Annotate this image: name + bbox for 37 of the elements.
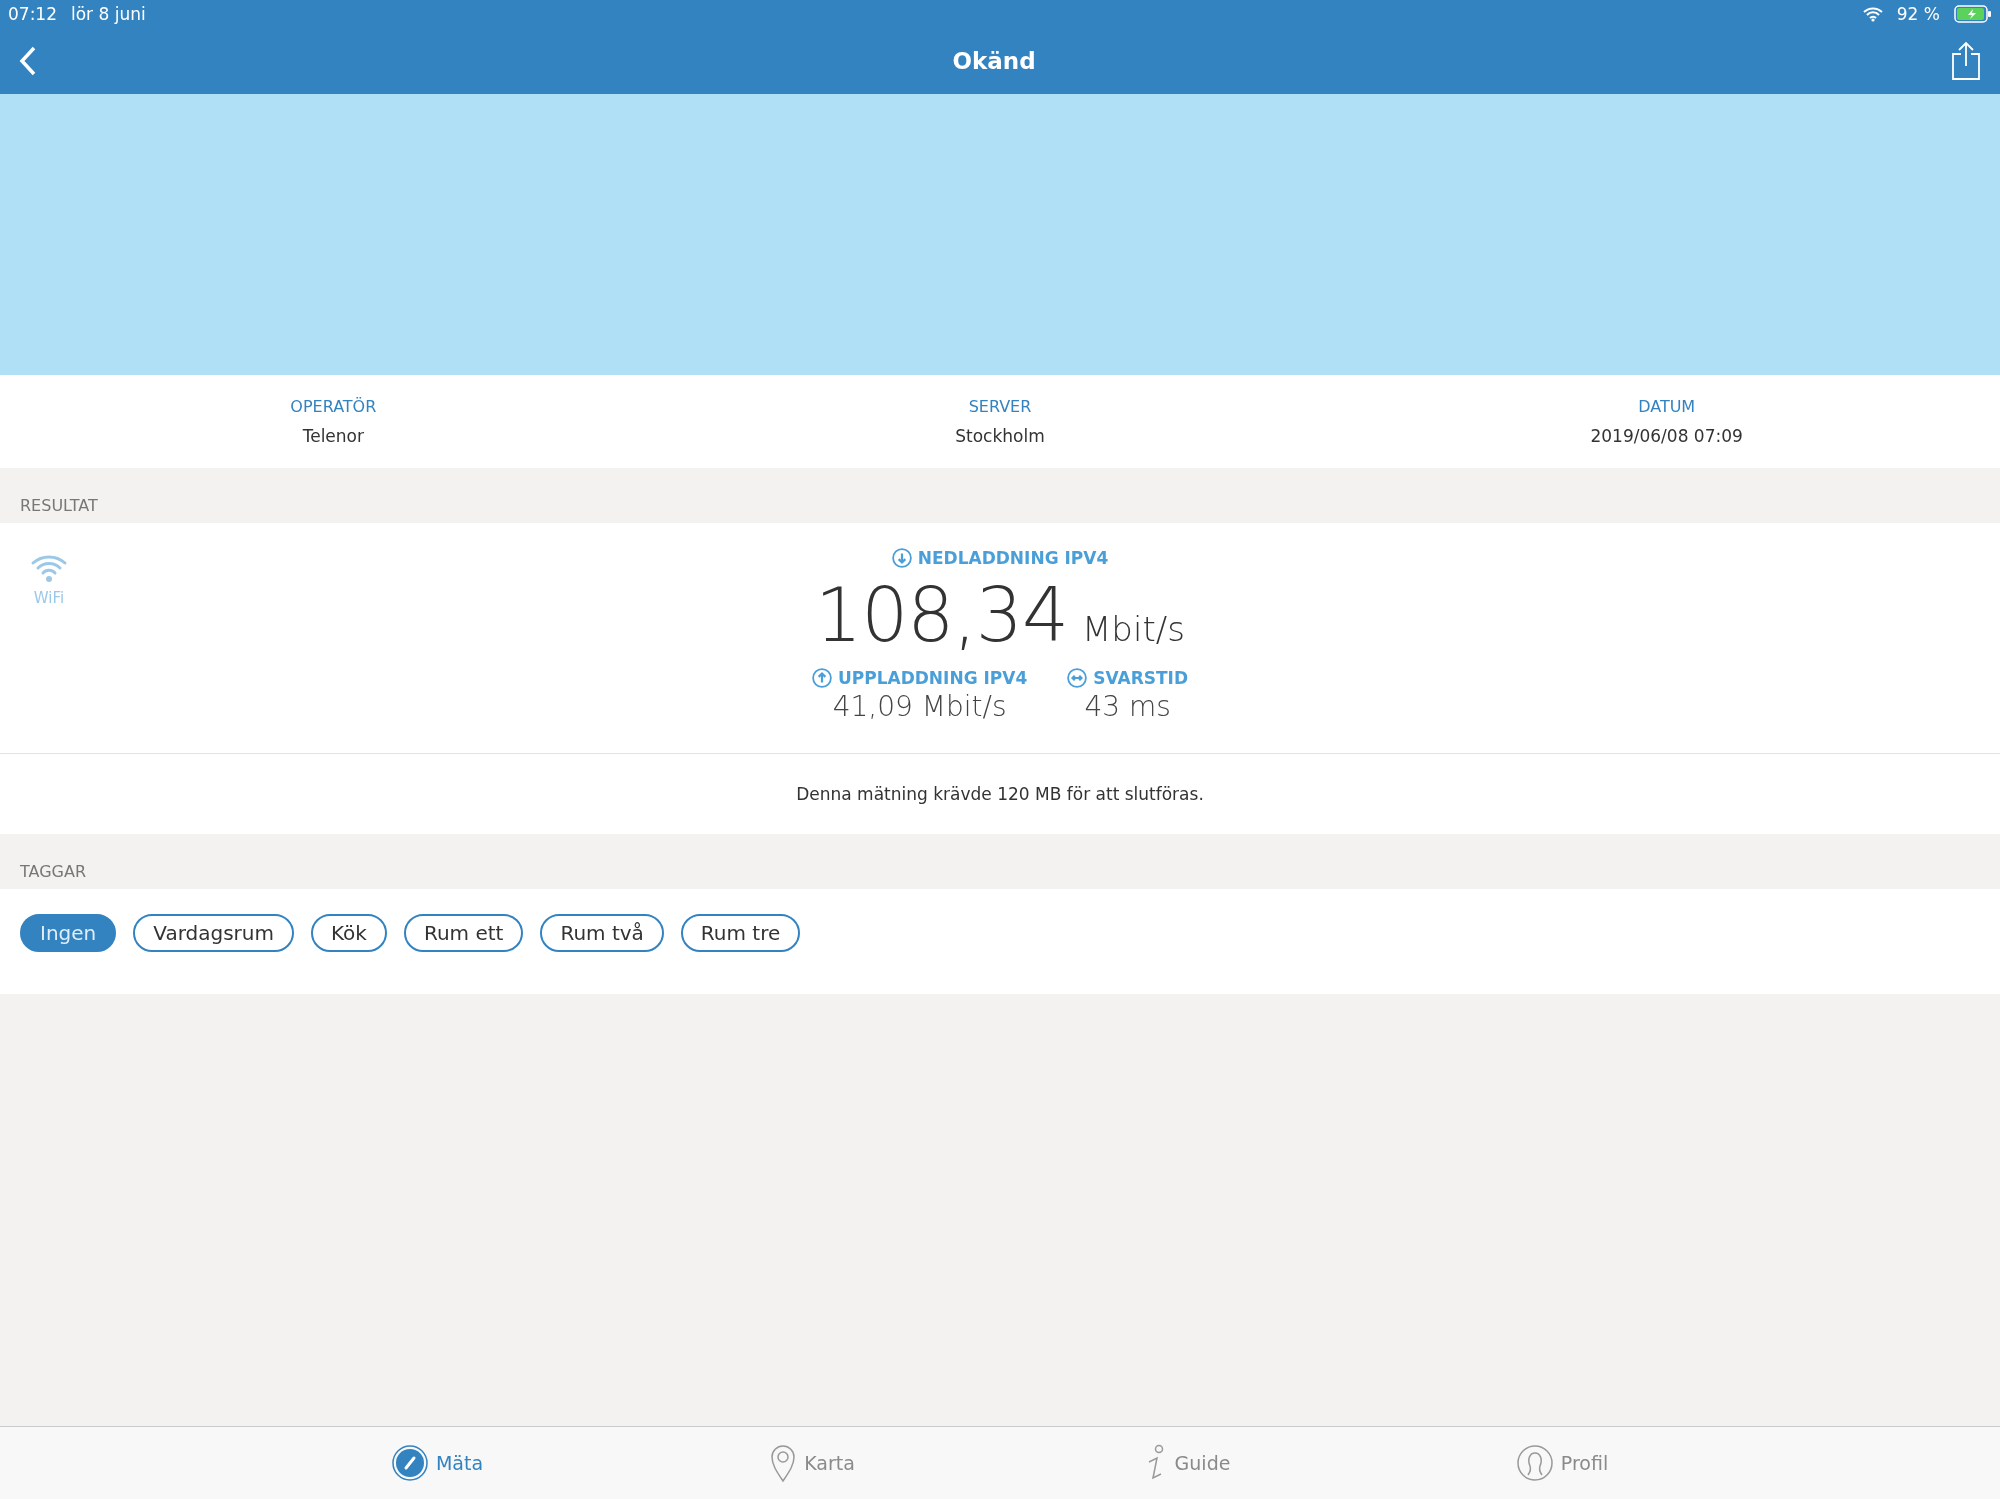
back-icon[interactable] [18,45,38,77]
share-icon[interactable] [1950,41,1982,81]
info-value: Stockholm [955,426,1045,446]
gauge-icon [391,1445,428,1481]
data-usage-note: Denna mätning krävde 120 MB för att slutföras. [796,784,1204,804]
info-label: SERVER [968,397,1032,416]
status-date: lör 8 juni [71,4,146,24]
map-pin-icon [770,1444,797,1482]
tag-chip[interactable]: Rum tre [680,914,801,952]
tag-chip[interactable]: Vardagsrum [133,914,294,952]
section-header: RESULTAT [20,496,98,515]
download-label: NEDLADDNING IPV4 [917,548,1109,568]
tag-chip[interactable]: Kök [310,914,387,952]
latency-label: SVARSTID [1093,668,1189,688]
download-unit: Mbit/s [1082,609,1185,649]
download-icon [891,548,912,568]
latency-icon [1067,668,1088,688]
tag-chip[interactable]: Rum två [540,914,664,952]
info-value: Telenor [302,426,364,446]
latency-value: 43 ms [1084,690,1171,723]
info-label: OPERATÖR [290,397,377,416]
connection-type: WiFi [33,589,65,607]
battery-percent: 92 % [1896,4,1940,24]
upload-icon [811,668,832,688]
section-header: TAGGAR [20,862,87,881]
upload-label: UPPLADDNING IPV4 [837,668,1028,688]
wifi-icon [1862,6,1883,22]
screen-title: Okänd [951,48,1037,74]
upload-value: 41,09 Mbit/s [832,690,1007,723]
tag-chip[interactable]: Rum ett [403,914,524,952]
tab-bar-item[interactable]: Mäta [250,1427,625,1499]
info-label: DATUM [1638,397,1696,416]
download-value: 108,34 [815,572,1069,658]
info-value: 2019/06/08 07:09 [1590,426,1743,446]
status-time: 07:12 [8,4,57,24]
person-icon [1516,1445,1553,1481]
battery-icon [1954,5,1992,23]
